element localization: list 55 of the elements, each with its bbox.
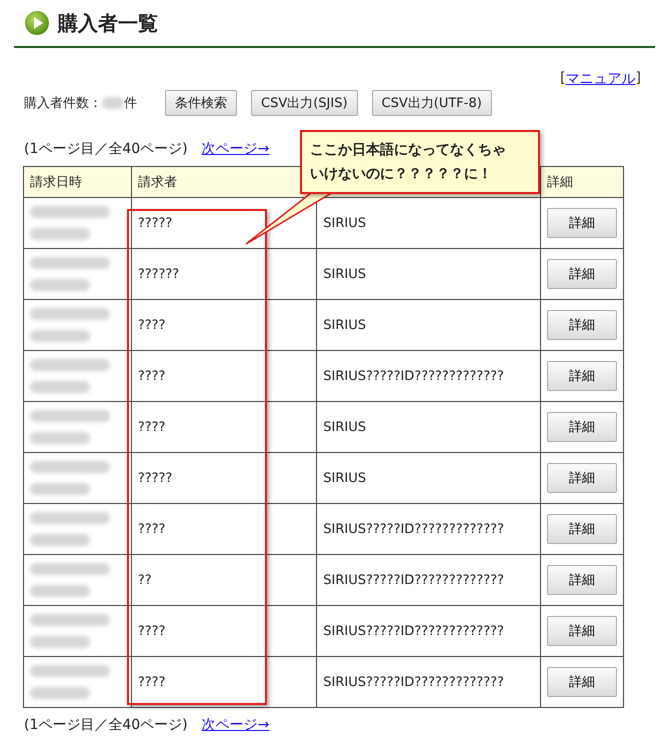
toolbar-button[interactable]: CSV出力(UTF-8)	[372, 90, 492, 116]
table-cell: SIRIUS?????ID?????????????	[316, 606, 540, 656]
table-cell: SIRIUS	[316, 300, 540, 350]
table-cell: ????	[131, 300, 317, 350]
play-icon	[24, 10, 50, 36]
table-cell: ????	[131, 402, 317, 452]
redacted-time	[30, 228, 90, 240]
detail-button[interactable]: 詳細	[546, 667, 617, 697]
detail-button[interactable]: 詳細	[546, 208, 617, 238]
table-cell: SIRIUS	[316, 402, 540, 452]
detail-button[interactable]: 詳細	[546, 259, 617, 289]
redacted-time	[30, 381, 90, 393]
table-cell: SIRIUS	[316, 248, 540, 300]
table-cell: ?????	[131, 452, 317, 504]
redacted-time	[30, 330, 90, 342]
redacted-time	[30, 432, 90, 444]
page-status: (1ページ目／全40ページ)	[24, 140, 188, 158]
redacted-time	[30, 585, 90, 597]
detail-button[interactable]: 詳細	[546, 514, 617, 544]
bracket: ]	[636, 70, 641, 88]
table-cell: SIRIUS?????ID?????????????	[316, 554, 540, 606]
table-cell: ??	[131, 554, 317, 606]
page-status: (1ページ目／全40ページ)	[24, 716, 188, 734]
redacted-time	[30, 483, 90, 495]
redacted-time	[30, 279, 90, 291]
redacted-count	[102, 97, 124, 109]
table-cell: ????	[131, 504, 317, 554]
bracket: [	[560, 70, 566, 88]
column-header: 詳細	[540, 166, 624, 198]
detail-button[interactable]: 詳細	[546, 616, 617, 646]
redacted-time	[30, 687, 90, 699]
table-cell: ????	[131, 656, 317, 708]
table-cell: SIRIUS?????ID?????????????	[316, 350, 540, 402]
detail-button[interactable]: 詳細	[546, 565, 617, 595]
detail-button[interactable]: 詳細	[546, 412, 617, 442]
redacted-time	[30, 534, 90, 546]
table-cell: SIRIUS?????ID?????????????	[316, 656, 540, 708]
manual-link[interactable]: マニュアル	[566, 70, 636, 88]
redacted-time	[30, 636, 90, 648]
table-cell: ????	[131, 606, 317, 656]
toolbar-button[interactable]: 条件検索	[165, 90, 237, 116]
table-cell: SIRIUS	[316, 452, 540, 504]
table-cell: ??????	[131, 248, 317, 300]
toolbar-button[interactable]: CSV出力(SJIS)	[251, 90, 358, 116]
table-cell: ????	[131, 350, 317, 402]
count-label: 購入者件数：	[24, 95, 102, 112]
count-unit: 件	[124, 95, 137, 112]
column-header: 請求日時	[24, 166, 132, 198]
detail-button[interactable]: 詳細	[546, 310, 617, 340]
page-title: 購入者一覧	[58, 10, 158, 36]
detail-button[interactable]: 詳細	[546, 361, 617, 391]
next-page-link[interactable]: 次ページ→	[202, 716, 270, 734]
next-page-link[interactable]: 次ページ→	[202, 140, 270, 158]
table-cell: SIRIUS?????ID?????????????	[316, 504, 540, 554]
detail-button[interactable]: 詳細	[546, 463, 617, 493]
